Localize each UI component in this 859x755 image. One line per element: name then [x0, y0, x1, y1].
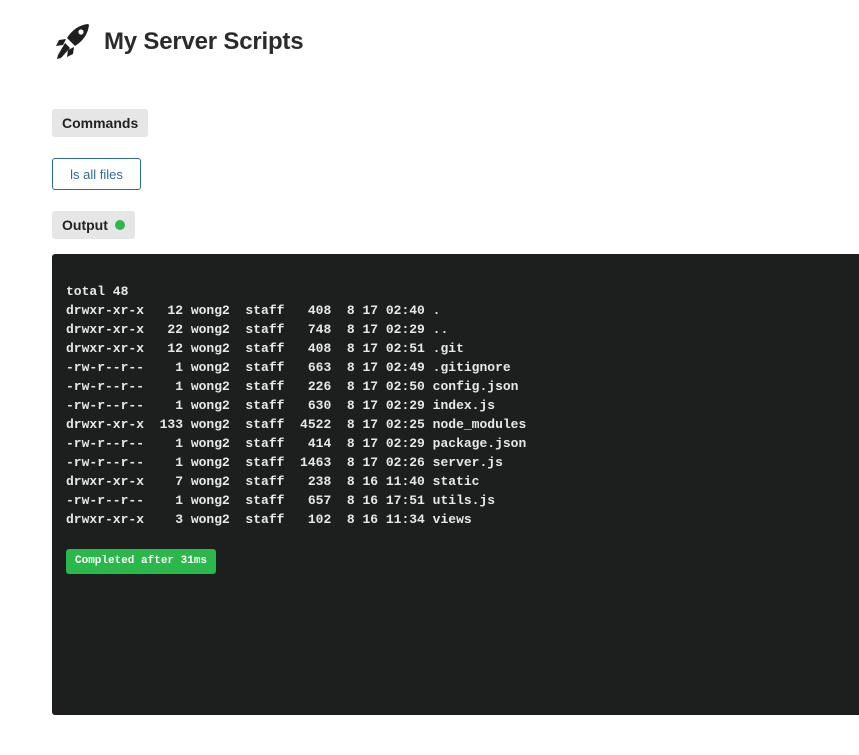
terminal-file-line: drwxr-xr-x 133 wong2 staff 4522 8 17 02:… [66, 417, 527, 432]
page-title: My Server Scripts [104, 28, 304, 55]
commands-label-text: Commands [62, 115, 139, 131]
terminal-file-line: drwxr-xr-x 12 wong2 staff 408 8 17 02:40… [66, 303, 441, 318]
terminal-total-line: total 48 [66, 284, 129, 299]
terminal-file-line: drwxr-xr-x 12 wong2 staff 408 8 17 02:51… [66, 341, 464, 356]
terminal-file-line: drwxr-xr-x 22 wong2 staff 748 8 17 02:29… [66, 322, 449, 337]
terminal-output-text: total 48 drwxr-xr-x 12 wong2 staff 408 8 … [66, 282, 526, 529]
terminal-file-line: drwxr-xr-x 7 wong2 staff 238 8 16 11:40 … [66, 474, 480, 489]
page-header: My Server Scripts [55, 22, 304, 62]
commands-section-label: Commands [52, 109, 149, 137]
output-section-label: Output [52, 211, 135, 239]
completed-badge: Completed after 31ms [66, 549, 217, 574]
ls-all-files-button[interactable]: ls all files [52, 158, 141, 190]
terminal-file-line: -rw-r--r-- 1 wong2 staff 226 8 17 02:50 … [66, 379, 519, 394]
output-label-text: Output [62, 217, 108, 233]
rocket-icon [55, 22, 91, 62]
terminal-file-line: -rw-r--r-- 1 wong2 staff 1463 8 17 02:26… [66, 455, 503, 470]
terminal-file-line: -rw-r--r-- 1 wong2 staff 657 8 16 17:51 … [66, 493, 496, 508]
terminal-file-line: -rw-r--r-- 1 wong2 staff 414 8 17 02:29 … [66, 436, 527, 451]
terminal-file-line: -rw-r--r-- 1 wong2 staff 630 8 17 02:29 … [66, 398, 496, 413]
terminal-file-line: drwxr-xr-x 3 wong2 staff 102 8 16 11:34 … [66, 512, 472, 527]
status-indicator-dot [114, 220, 125, 230]
terminal-file-line: -rw-r--r-- 1 wong2 staff 663 8 17 02:49 … [66, 360, 511, 375]
output-terminal: total 48 drwxr-xr-x 12 wong2 staff 408 8 … [52, 254, 859, 715]
